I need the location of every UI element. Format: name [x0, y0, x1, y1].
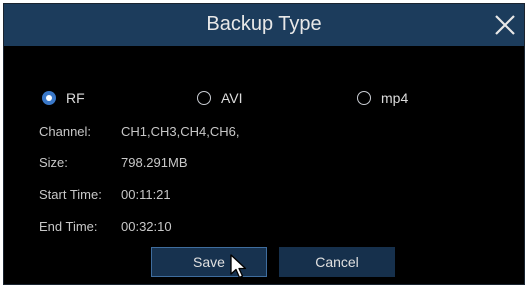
mouse-pointer-icon: [230, 254, 247, 279]
size-value: 798.291MB: [121, 155, 188, 170]
radio-option-avi[interactable]: AVI: [197, 88, 243, 108]
cancel-button[interactable]: Cancel: [279, 247, 395, 277]
dialog-titlebar: Backup Type: [4, 4, 524, 46]
close-button[interactable]: [492, 12, 518, 38]
start-time-label: Start Time:: [39, 187, 102, 202]
close-icon: [495, 15, 515, 35]
radio-label-avi: AVI: [221, 90, 243, 106]
channel-value: CH1,CH3,CH4,CH6,: [121, 124, 240, 139]
end-time-label: End Time:: [39, 219, 98, 234]
channel-label: Channel:: [39, 124, 92, 139]
radio-option-mp4[interactable]: mp4: [357, 88, 408, 108]
radio-button-mp4[interactable]: [357, 91, 371, 105]
radio-button-avi[interactable]: [197, 91, 211, 105]
size-label: Size:: [39, 155, 68, 170]
radio-label-mp4: mp4: [381, 90, 409, 106]
radio-label-rf: RF: [66, 90, 85, 106]
radio-button-rf[interactable]: [42, 91, 56, 105]
end-time-value: 00:32:10: [121, 219, 172, 234]
dialog-title: Backup Type: [206, 13, 322, 35]
radio-option-rf[interactable]: RF: [42, 88, 85, 108]
backup-type-dialog: Backup Type RF AVI mp4 Channel: CH1,CH3,…: [3, 3, 525, 285]
start-time-value: 00:11:21: [121, 187, 171, 202]
save-button[interactable]: Save: [151, 247, 267, 277]
